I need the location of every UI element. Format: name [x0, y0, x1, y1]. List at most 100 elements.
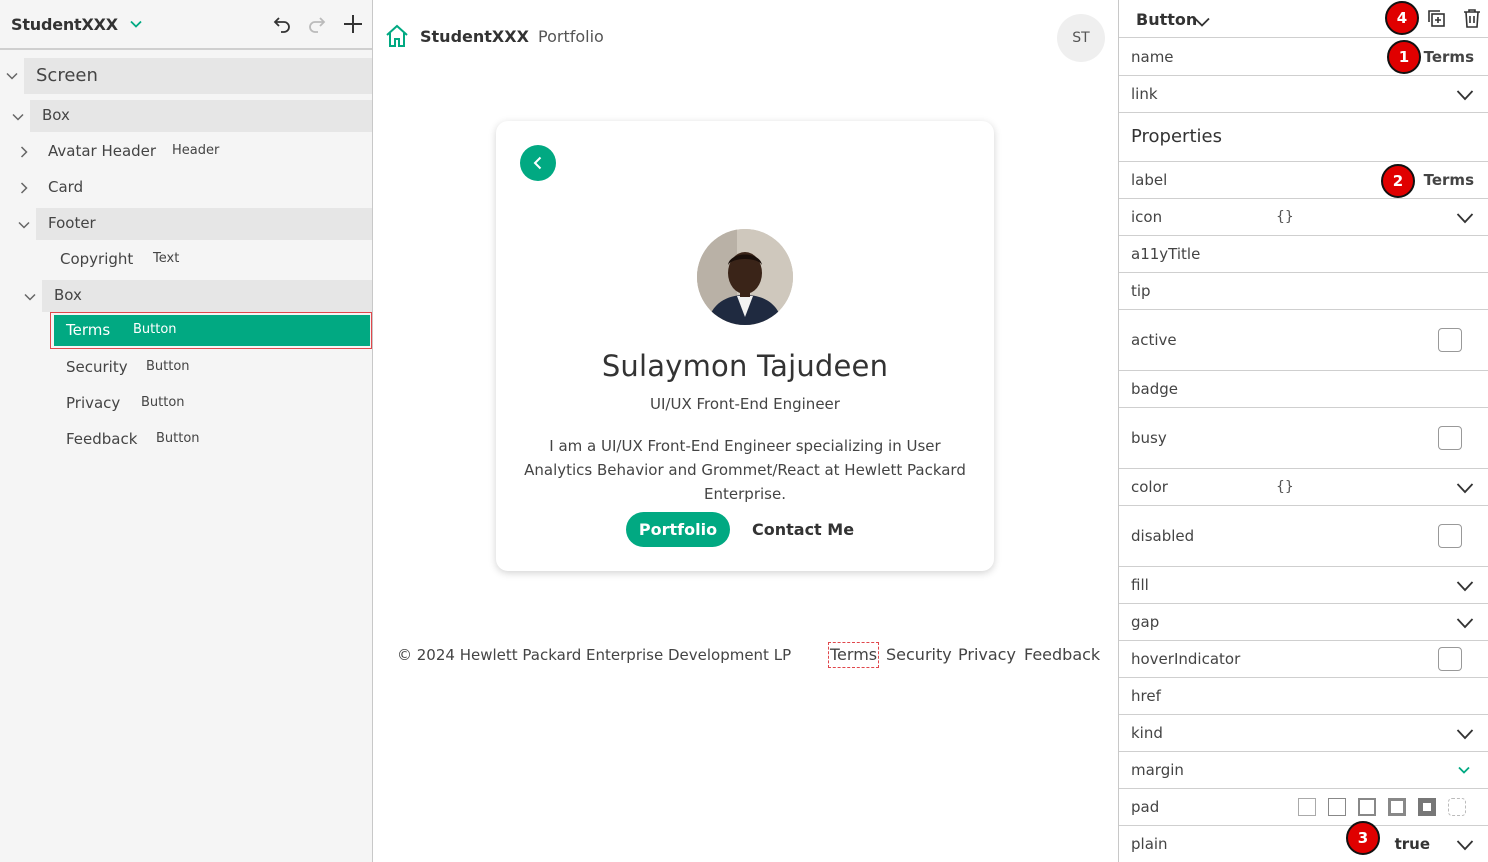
pad-xsmall-icon[interactable]: [1328, 798, 1346, 816]
chevron-down-icon[interactable]: [12, 111, 24, 123]
tree-item-privacy[interactable]: Privacy Button: [0, 388, 372, 420]
prop-label: gap: [1131, 613, 1160, 631]
home-icon[interactable]: [385, 24, 409, 52]
prop-margin[interactable]: margin: [1119, 752, 1488, 789]
portfolio-button[interactable]: Portfolio: [626, 512, 730, 547]
contact-me-button[interactable]: Contact Me: [752, 520, 854, 539]
prop-value[interactable]: true: [1395, 835, 1430, 853]
prop-label: fill: [1131, 576, 1149, 594]
prop-a11ytitle[interactable]: a11yTitle: [1119, 236, 1488, 273]
hoverindicator-checkbox[interactable]: [1438, 647, 1462, 671]
prop-href[interactable]: href: [1119, 678, 1488, 715]
pad-custom-icon[interactable]: [1448, 798, 1466, 816]
chevron-down-icon[interactable]: [1456, 839, 1474, 851]
redo-icon[interactable]: [308, 15, 326, 37]
footer-link-terms[interactable]: Terms: [828, 642, 880, 668]
prop-label: plain: [1131, 835, 1168, 853]
chevron-down-icon[interactable]: [1194, 13, 1210, 31]
prop-label: badge: [1131, 380, 1178, 398]
prop-label: active: [1131, 331, 1177, 349]
tree-item-avatar-header[interactable]: Avatar Header Header: [0, 136, 372, 168]
annotation-badge-4: 4: [1385, 1, 1419, 35]
duplicate-icon[interactable]: [1426, 8, 1446, 32]
pad-none-icon[interactable]: [1298, 798, 1316, 816]
prop-disabled[interactable]: disabled: [1119, 506, 1488, 567]
properties-section: Properties: [1119, 113, 1488, 162]
add-icon[interactable]: [343, 14, 363, 38]
tree-item-label: Card: [48, 178, 84, 196]
tree-item-screen[interactable]: Screen: [0, 58, 372, 94]
chevron-down-icon[interactable]: [1456, 617, 1474, 629]
tree-item-label: Screen: [36, 65, 98, 86]
prop-name[interactable]: name Terms: [1119, 38, 1488, 76]
prop-kind[interactable]: kind: [1119, 715, 1488, 752]
chevron-down-icon[interactable]: [130, 20, 142, 28]
pad-small-icon[interactable]: [1358, 798, 1376, 816]
chevron-down-icon[interactable]: [1458, 766, 1470, 774]
chevron-down-icon[interactable]: [1456, 212, 1474, 224]
footer-link-feedback[interactable]: Feedback: [1024, 645, 1100, 664]
prop-tip[interactable]: tip: [1119, 273, 1488, 310]
properties-panel: Button name Terms link Properties label …: [1118, 0, 1488, 862]
brand[interactable]: StudentXXX Portfolio: [420, 27, 604, 46]
chevron-down-icon[interactable]: [1456, 482, 1474, 494]
prop-label: disabled: [1131, 527, 1195, 545]
chevron-right-icon[interactable]: [18, 146, 30, 158]
tree-item-terms[interactable]: Terms Button: [54, 315, 370, 346]
trash-icon[interactable]: [1462, 8, 1482, 32]
prop-busy[interactable]: busy: [1119, 408, 1488, 469]
tree-item-label: Box: [54, 286, 82, 304]
prop-badge[interactable]: badge: [1119, 371, 1488, 408]
annotation-badge-1: 1: [1387, 40, 1421, 74]
tree-item-footer[interactable]: Footer: [0, 208, 372, 240]
canvas-preview: StudentXXX Portfolio ST Sulaymon Tajudee…: [373, 0, 1118, 862]
tree-item-card[interactable]: Card: [0, 172, 372, 204]
prop-gap[interactable]: gap: [1119, 604, 1488, 641]
tree-item-feedback[interactable]: Feedback Button: [0, 424, 372, 456]
chevron-down-icon[interactable]: [6, 70, 18, 82]
app-title[interactable]: StudentXXX: [11, 15, 118, 34]
prop-icon[interactable]: icon {}: [1119, 199, 1488, 236]
component-type-header: Button: [1119, 0, 1488, 38]
prop-hoverindicator[interactable]: hoverIndicator: [1119, 641, 1488, 678]
chevron-down-icon[interactable]: [1456, 89, 1474, 101]
braces-icon[interactable]: {}: [1276, 479, 1294, 495]
tree-item-box[interactable]: Box: [0, 100, 372, 132]
avatar[interactable]: ST: [1057, 14, 1105, 62]
prop-label-field[interactable]: label Terms: [1119, 162, 1488, 199]
chevron-down-icon[interactable]: [18, 219, 30, 231]
pad-large-icon[interactable]: [1418, 798, 1436, 816]
prop-label: color: [1131, 478, 1168, 496]
undo-icon[interactable]: [273, 15, 291, 37]
component-type[interactable]: Button: [1136, 10, 1197, 29]
disabled-checkbox[interactable]: [1438, 524, 1462, 548]
chevron-down-icon[interactable]: [24, 291, 36, 303]
chevron-down-icon[interactable]: [1456, 728, 1474, 740]
prop-value[interactable]: Terms: [1424, 171, 1474, 189]
tree-item-type: Button: [156, 431, 200, 446]
prop-fill[interactable]: fill: [1119, 567, 1488, 604]
footer-link-privacy[interactable]: Privacy: [958, 645, 1016, 664]
active-checkbox[interactable]: [1438, 328, 1462, 352]
profile-name: Sulaymon Tajudeen: [601, 349, 889, 383]
pad-medium-icon[interactable]: [1388, 798, 1406, 816]
tree-item-security[interactable]: Security Button: [0, 352, 372, 384]
braces-icon[interactable]: {}: [1276, 209, 1294, 225]
prop-label: tip: [1131, 282, 1151, 300]
prop-color[interactable]: color {}: [1119, 469, 1488, 506]
footer-link-security[interactable]: Security: [886, 645, 952, 664]
back-button[interactable]: [520, 145, 556, 181]
prop-link[interactable]: link: [1119, 76, 1488, 113]
busy-checkbox[interactable]: [1438, 426, 1462, 450]
chevron-down-icon[interactable]: [1456, 580, 1474, 592]
prop-label: link: [1131, 85, 1158, 103]
chevron-right-icon[interactable]: [18, 182, 30, 194]
tree-item-box[interactable]: Box: [0, 280, 372, 312]
prop-value[interactable]: Terms: [1424, 48, 1474, 66]
prop-active[interactable]: active: [1119, 310, 1488, 371]
tree-item-label: Privacy: [66, 394, 121, 412]
tree-item-label: Copyright: [60, 250, 134, 268]
avatar-initials: ST: [1072, 30, 1090, 46]
tree-item-copyright[interactable]: Copyright Text: [0, 244, 372, 276]
prop-plain[interactable]: plain true: [1119, 826, 1488, 862]
